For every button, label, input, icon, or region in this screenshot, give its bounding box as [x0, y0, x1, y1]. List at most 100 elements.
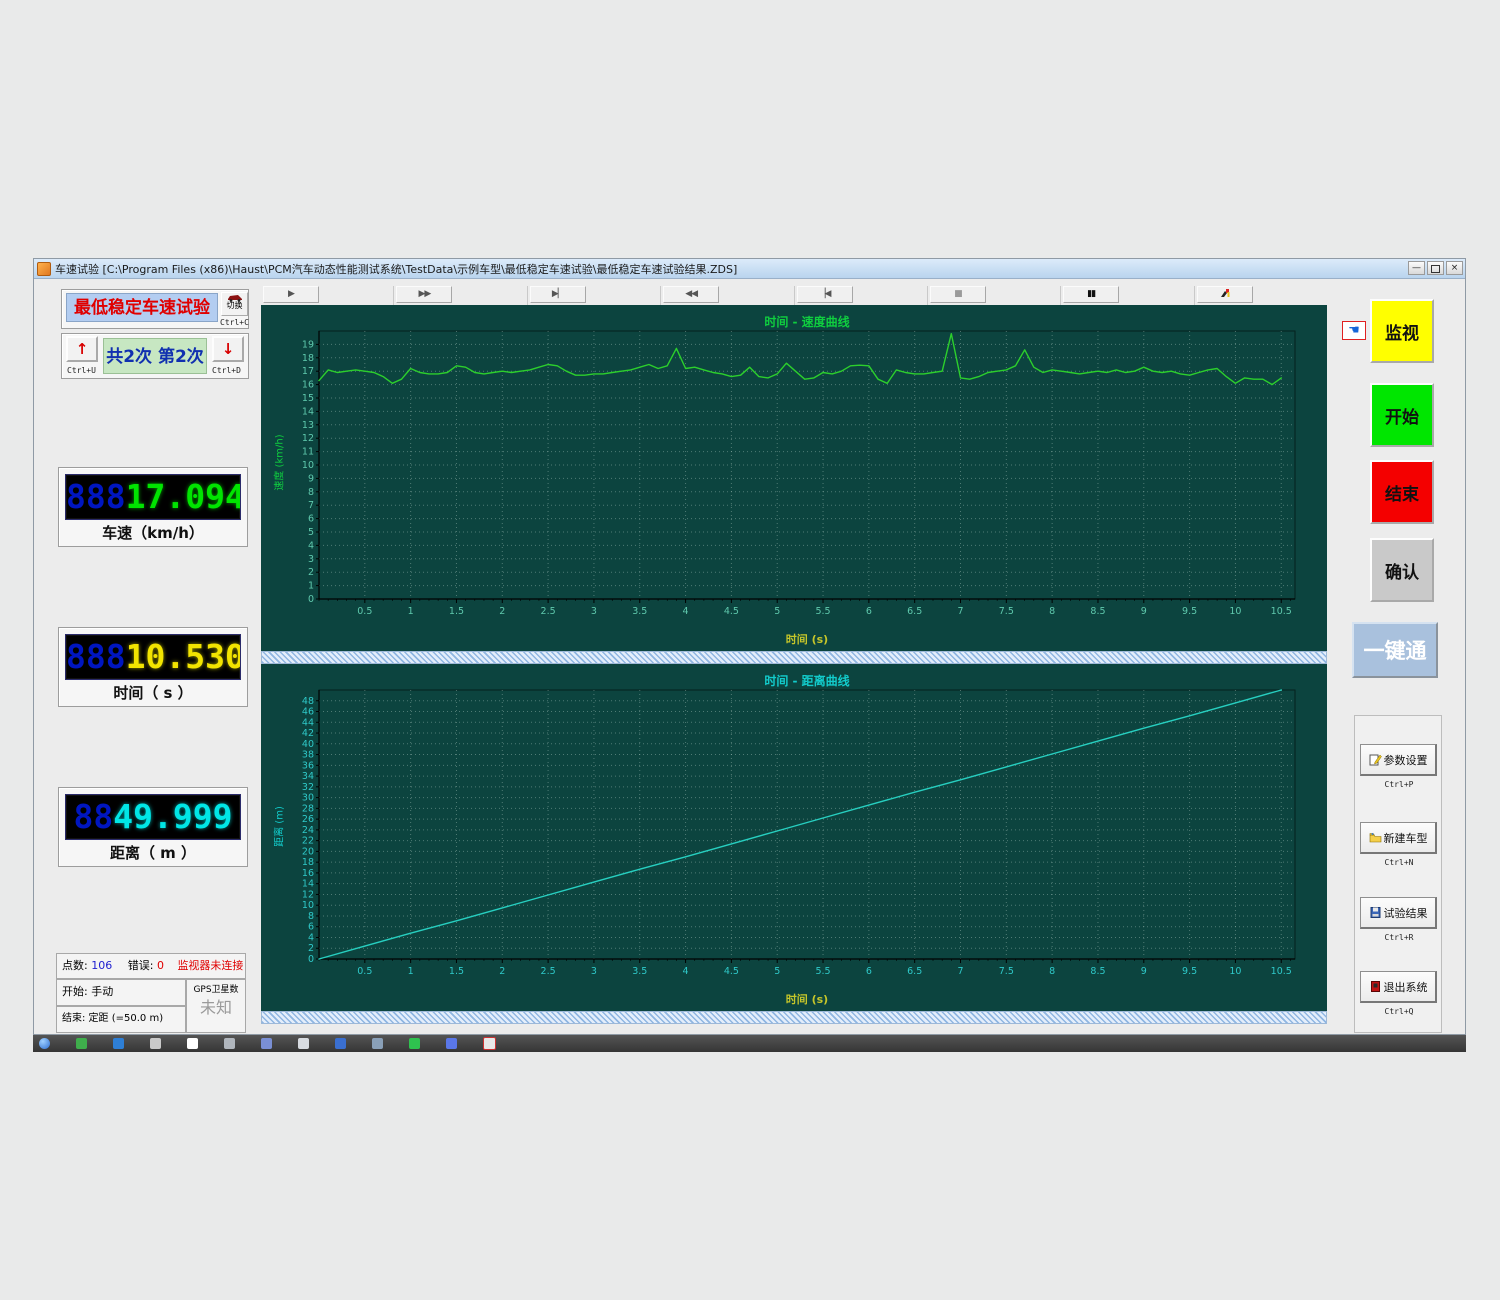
- svg-text:34: 34: [302, 771, 314, 782]
- pointer-hand-icon: ☚: [1342, 321, 1366, 340]
- play-button[interactable]: ▶: [263, 286, 319, 303]
- taskbar-icon[interactable]: [483, 1037, 496, 1050]
- maximize-button[interactable]: [1427, 261, 1444, 275]
- skip-to-end-button[interactable]: ▶▏: [530, 286, 586, 303]
- pause-button[interactable]: ▮▮: [1063, 286, 1119, 303]
- svg-text:13: 13: [302, 420, 314, 431]
- new-vehicle-button[interactable]: 新建车型: [1360, 822, 1437, 854]
- svg-text:42: 42: [302, 728, 314, 739]
- svg-text:14: 14: [302, 879, 314, 890]
- distance-chart-scrollbar[interactable]: [261, 1011, 1327, 1024]
- distance-display: 8849.999 距离（ m ）: [58, 787, 248, 867]
- svg-text:4.5: 4.5: [724, 966, 739, 977]
- test-results-button[interactable]: 试验结果: [1360, 897, 1437, 929]
- svg-text:3: 3: [591, 966, 597, 977]
- speed-chart-plot: 0123456789101112131415161718190.511.522.…: [261, 305, 1327, 635]
- svg-text:11: 11: [302, 447, 314, 458]
- svg-text:12: 12: [302, 433, 314, 444]
- svg-text:2: 2: [308, 567, 314, 578]
- switch-test-button[interactable]: 切换: [221, 292, 248, 316]
- speed-chart-scrollbar[interactable]: [261, 651, 1327, 664]
- svg-text:10: 10: [1229, 606, 1241, 617]
- monitor-button[interactable]: 监视: [1370, 299, 1434, 363]
- taskbar-icon[interactable]: [372, 1038, 383, 1049]
- taskbar-icon[interactable]: [187, 1038, 198, 1049]
- end-button[interactable]: 结束: [1370, 460, 1434, 524]
- svg-text:3: 3: [308, 554, 314, 565]
- gps-box: GPS卫星数 未知: [186, 979, 246, 1033]
- close-button[interactable]: ×: [1446, 261, 1463, 275]
- svg-text:1: 1: [408, 606, 414, 617]
- svg-text:7.5: 7.5: [999, 966, 1014, 977]
- parameter-settings-button[interactable]: 参数设置: [1360, 744, 1437, 776]
- svg-text:7: 7: [308, 500, 314, 511]
- run-up-shortcut: Ctrl+U: [67, 366, 96, 375]
- taskbar-icon[interactable]: [224, 1038, 235, 1049]
- toolbar-cell: [1195, 286, 1327, 305]
- exit-system-label: 退出系统: [1384, 979, 1428, 995]
- skip-to-start-button[interactable]: ▕◀: [797, 286, 853, 303]
- svg-text:5: 5: [774, 966, 780, 977]
- taskbar-icon[interactable]: [76, 1038, 87, 1049]
- distance-display-digits: 8849.999: [65, 794, 241, 840]
- svg-text:3.5: 3.5: [632, 966, 647, 977]
- taskbar[interactable]: [33, 1035, 1466, 1052]
- speed-display: 88817.094 车速（km/h）: [58, 467, 248, 547]
- svg-text:18: 18: [302, 857, 314, 868]
- svg-text:8: 8: [308, 911, 314, 922]
- svg-text:0.5: 0.5: [357, 606, 372, 617]
- stop-button[interactable]: ■: [930, 286, 986, 303]
- distance-chart: 时间 - 距离曲线 距离 (m) 02468101214161820222426…: [261, 664, 1327, 1011]
- run-up-button[interactable]: ↑: [66, 336, 98, 362]
- svg-text:18: 18: [302, 353, 314, 364]
- window-titlebar[interactable]: 车速试验 [C:\Program Files (x86)\Haust\PCM汽车…: [34, 259, 1465, 279]
- playback-toolbar: ▶ ▶▶ ▶▏ ◀◀ ▕◀ ■ ▮▮: [261, 286, 1327, 305]
- svg-text:1.5: 1.5: [449, 966, 464, 977]
- tools-button[interactable]: [1197, 286, 1253, 303]
- taskbar-icon[interactable]: [409, 1038, 420, 1049]
- taskbar-icon[interactable]: [261, 1038, 272, 1049]
- fast-forward-button[interactable]: ▶▶: [396, 286, 452, 303]
- taskbar-icon[interactable]: [335, 1038, 346, 1049]
- svg-text:10: 10: [302, 460, 314, 471]
- app-icon: [37, 262, 51, 276]
- speed-unlit-digits: 888: [66, 477, 126, 516]
- points-value: 106: [91, 959, 112, 972]
- minimize-button[interactable]: —: [1408, 261, 1425, 275]
- taskbar-icon[interactable]: [150, 1038, 161, 1049]
- time-unlit-digits: 888: [66, 637, 126, 676]
- taskbar-icon[interactable]: [113, 1038, 124, 1049]
- svg-text:7: 7: [957, 606, 963, 617]
- svg-text:8: 8: [308, 487, 314, 498]
- new-vehicle-label: 新建车型: [1384, 830, 1428, 846]
- taskbar-icon[interactable]: [446, 1038, 457, 1049]
- test-name-field: 最低稳定车速试验: [66, 293, 218, 322]
- exit-system-shortcut: Ctrl+Q: [1355, 1007, 1443, 1016]
- status-panel: 点数: 106 错误: 0 监视器未连接 开始: 手动 结束: 定距 (=50.…: [56, 953, 246, 1033]
- confirm-button[interactable]: 确认: [1370, 538, 1434, 602]
- svg-text:8: 8: [1049, 966, 1055, 977]
- toolbar-cell: ▶▶: [394, 286, 527, 305]
- run-down-button[interactable]: ↓: [212, 336, 244, 362]
- onekey-button[interactable]: 一键通: [1352, 622, 1438, 678]
- distance-value: 49.999: [113, 797, 232, 836]
- taskbar-start-icon[interactable]: [39, 1038, 50, 1049]
- svg-text:48: 48: [302, 696, 314, 707]
- svg-text:9: 9: [1141, 966, 1147, 977]
- svg-text:24: 24: [302, 825, 314, 836]
- tools-icon: [1219, 287, 1231, 299]
- taskbar-icon[interactable]: [298, 1038, 309, 1049]
- menu-group: 参数设置 Ctrl+P 新建车型 Ctrl+N 试验结果 Ctrl+R: [1354, 715, 1442, 1033]
- exit-icon: [1369, 980, 1382, 993]
- exit-system-button[interactable]: 退出系统: [1360, 971, 1437, 1003]
- start-button[interactable]: 开始: [1370, 383, 1434, 447]
- svg-text:38: 38: [302, 750, 314, 761]
- parameter-settings-shortcut: Ctrl+P: [1355, 780, 1443, 789]
- svg-text:7.5: 7.5: [999, 606, 1014, 617]
- svg-text:2: 2: [499, 606, 505, 617]
- status-row-counts: 点数: 106 错误: 0 监视器未连接: [56, 953, 246, 979]
- svg-text:5.5: 5.5: [815, 966, 830, 977]
- rewind-button[interactable]: ◀◀: [663, 286, 719, 303]
- switch-shortcut: Ctrl+C: [220, 318, 249, 327]
- toolbar-cell: ▮▮: [1061, 286, 1194, 305]
